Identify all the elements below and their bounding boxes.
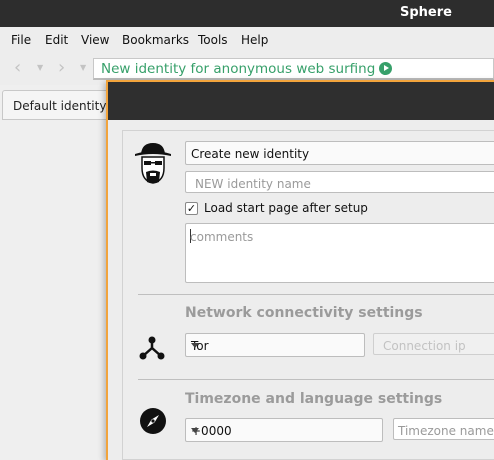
tab-default-identity[interactable]: Default identity xyxy=(2,90,117,120)
menu-file[interactable]: File xyxy=(11,33,31,47)
forward-history-dropdown-icon[interactable]: ▼ xyxy=(80,63,86,72)
section-divider xyxy=(138,379,494,380)
menu-bar: File Edit View Bookmarks Tools Help xyxy=(0,27,494,53)
network-section-title: Network connectivity settings xyxy=(185,305,423,321)
back-history-dropdown-icon[interactable]: ▼ xyxy=(37,63,43,72)
play-go-icon[interactable] xyxy=(379,62,392,75)
comments-placeholder: comments xyxy=(190,230,254,244)
window-title: Sphere xyxy=(400,5,452,20)
window-titlebar: Sphere xyxy=(0,0,494,27)
section-divider xyxy=(138,294,494,295)
timezone-offset-select[interactable]: +0000 xyxy=(185,418,383,442)
tab-label: Default identity xyxy=(13,99,107,113)
dialog-content: Create new identity NEW identity name ✓ … xyxy=(122,130,494,460)
chevron-down-icon xyxy=(191,428,199,433)
connection-ip-input[interactable]: Connection ip xyxy=(373,333,494,355)
load-start-page-checkbox[interactable]: ✓ xyxy=(185,201,198,215)
network-type-select[interactable]: Tor xyxy=(185,333,365,357)
load-start-page-row: ✓ Load start page after setup xyxy=(185,201,368,215)
dialog-titlebar xyxy=(108,82,494,120)
menu-view[interactable]: View xyxy=(81,33,109,47)
load-start-page-label: Load start page after setup xyxy=(204,201,368,215)
address-bar[interactable]: New identity for anonymous web surfing xyxy=(93,58,494,80)
menu-bookmarks[interactable]: Bookmarks xyxy=(122,33,189,47)
forward-arrow-icon[interactable]: › xyxy=(58,59,65,77)
timezone-name-input[interactable]: Timezone name xyxy=(393,418,494,440)
chevron-down-icon xyxy=(191,343,199,348)
identity-mode-select[interactable]: Create new identity xyxy=(185,141,494,165)
new-identity-dialog: Create new identity NEW identity name ✓ … xyxy=(106,80,494,460)
heisenberg-avatar-icon xyxy=(135,143,171,184)
identity-name-placeholder: NEW identity name xyxy=(195,177,311,191)
menu-edit[interactable]: Edit xyxy=(45,33,68,47)
menu-tools[interactable]: Tools xyxy=(198,33,228,47)
identity-mode-value: Create new identity xyxy=(191,147,310,161)
menu-help[interactable]: Help xyxy=(241,33,268,47)
address-bar-text: New identity for anonymous web surfing xyxy=(101,61,376,77)
identity-name-input[interactable]: NEW identity name xyxy=(185,171,494,193)
timezone-name-placeholder: Timezone name xyxy=(398,424,494,438)
connection-ip-placeholder: Connection ip xyxy=(383,339,466,353)
comments-textarea[interactable]: comments xyxy=(185,223,494,283)
timezone-section-title: Timezone and language settings xyxy=(185,391,443,407)
back-arrow-icon[interactable]: ‹ xyxy=(14,59,21,77)
network-tree-icon xyxy=(139,336,165,360)
compass-icon xyxy=(140,408,166,434)
